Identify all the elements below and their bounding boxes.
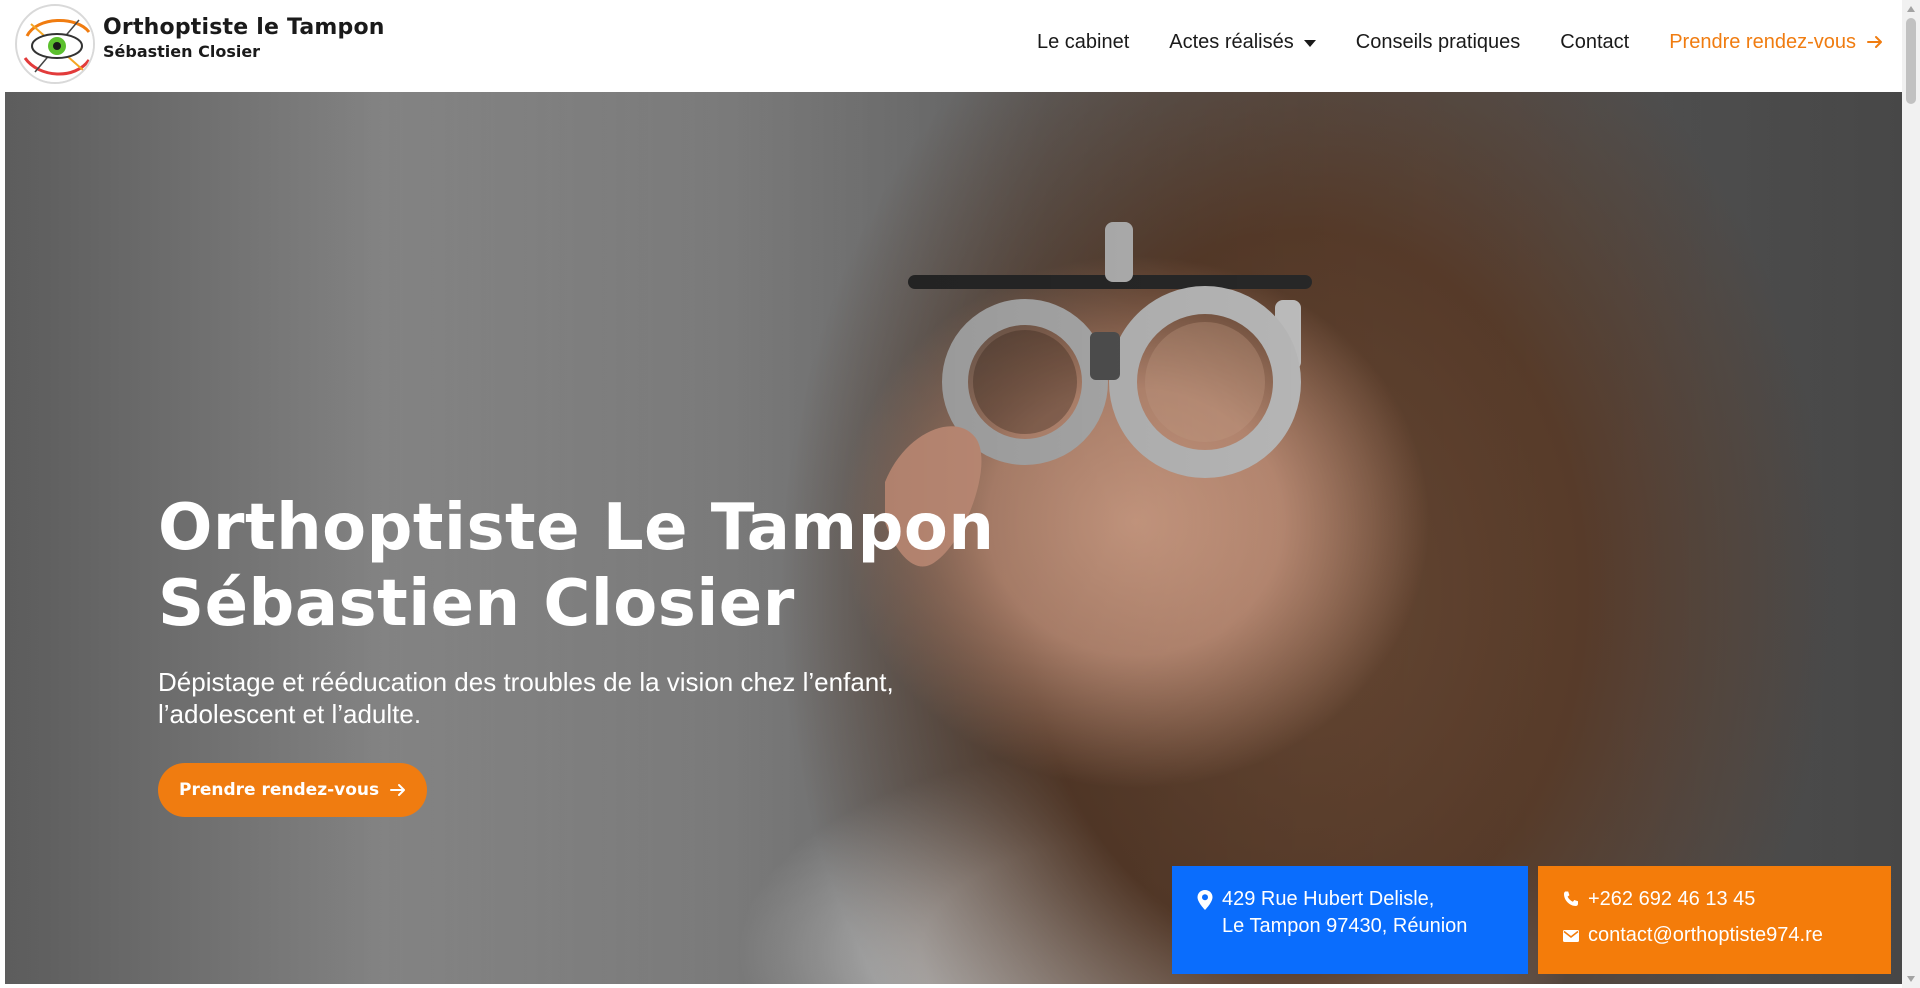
address-row: 429 Rue Hubert Delisle, Le Tampon 97430,… bbox=[1196, 886, 1510, 940]
nav-item-actes-realises[interactable]: Actes réalisés bbox=[1149, 31, 1336, 54]
chevron-down-icon bbox=[1303, 39, 1316, 47]
address-line-2: Le Tampon 97430, Réunion bbox=[1222, 915, 1468, 937]
nav-item-label: Conseils pratiques bbox=[1355, 30, 1521, 53]
brand[interactable]: Orthoptiste le Tampon Sébastien Closier bbox=[103, 15, 385, 62]
contact-box: +262 692 46 13 45 contact@orthoptiste974… bbox=[1538, 866, 1891, 974]
main-nav: Le cabinet Actes réalisés Conseils prati… bbox=[1017, 0, 1884, 84]
nav-appointment-link[interactable]: Prendre rendez-vous bbox=[1649, 31, 1884, 54]
email-text[interactable]: contact@orthoptiste974.re bbox=[1588, 922, 1823, 949]
eye-logo-icon[interactable] bbox=[15, 4, 95, 84]
hero-title: Orthoptiste Le Tampon Sébastien Closier bbox=[158, 490, 1038, 642]
scrollbar-thumb[interactable] bbox=[1906, 18, 1916, 104]
nav-item-label: Le cabinet bbox=[1036, 30, 1130, 53]
nav-item-le-cabinet[interactable]: Le cabinet bbox=[1017, 31, 1149, 54]
mail-icon bbox=[1562, 925, 1586, 952]
scroll-down-icon[interactable] bbox=[1907, 976, 1915, 982]
browser-viewport: Orthoptiste le Tampon Sébastien Closier … bbox=[0, 0, 1920, 988]
address-text: 429 Rue Hubert Delisle, Le Tampon 97430,… bbox=[1222, 886, 1467, 940]
map-pin-icon bbox=[1196, 889, 1220, 919]
hero-content: Orthoptiste Le Tampon Sébastien Closier … bbox=[158, 490, 1038, 817]
hero-section: Orthoptiste Le Tampon Sébastien Closier … bbox=[5, 92, 1902, 984]
hero-button-label: Prendre rendez-vous bbox=[179, 780, 380, 800]
nav-item-conseils-pratiques[interactable]: Conseils pratiques bbox=[1336, 31, 1541, 54]
page: Orthoptiste le Tampon Sébastien Closier … bbox=[5, 0, 1902, 984]
nav-item-contact[interactable]: Contact bbox=[1540, 31, 1649, 54]
arrow-right-icon bbox=[390, 784, 406, 796]
address-line-1: 429 Rue Hubert Delisle, bbox=[1222, 888, 1435, 910]
phone-row[interactable]: +262 692 46 13 45 bbox=[1562, 886, 1873, 916]
address-box[interactable]: 429 Rue Hubert Delisle, Le Tampon 97430,… bbox=[1172, 866, 1528, 974]
arrow-right-icon bbox=[1867, 36, 1882, 48]
site-header: Orthoptiste le Tampon Sébastien Closier … bbox=[5, 0, 1902, 92]
nav-cta-label: Prendre rendez-vous bbox=[1669, 30, 1856, 53]
hero-title-line-2: Sébastien Closier bbox=[158, 567, 795, 641]
contact-boxes: 429 Rue Hubert Delisle, Le Tampon 97430,… bbox=[1172, 866, 1891, 974]
nav-item-label: Actes réalisés bbox=[1169, 30, 1294, 53]
site-title[interactable]: Orthoptiste le Tampon bbox=[103, 15, 385, 41]
hero-subtitle: Dépistage et rééducation des troubles de… bbox=[158, 667, 894, 729]
hero-appointment-button[interactable]: Prendre rendez-vous bbox=[158, 763, 428, 817]
site-subtitle[interactable]: Sébastien Closier bbox=[103, 42, 385, 62]
nav-item-label: Contact bbox=[1560, 30, 1630, 53]
email-row[interactable]: contact@orthoptiste974.re bbox=[1562, 922, 1873, 952]
phone-icon bbox=[1562, 889, 1586, 916]
hero-title-line-1: Orthoptiste Le Tampon bbox=[158, 491, 995, 565]
phone-text[interactable]: +262 692 46 13 45 bbox=[1588, 886, 1755, 913]
scroll-up-icon[interactable] bbox=[1907, 6, 1915, 12]
page-scrollbar[interactable] bbox=[1902, 0, 1920, 988]
